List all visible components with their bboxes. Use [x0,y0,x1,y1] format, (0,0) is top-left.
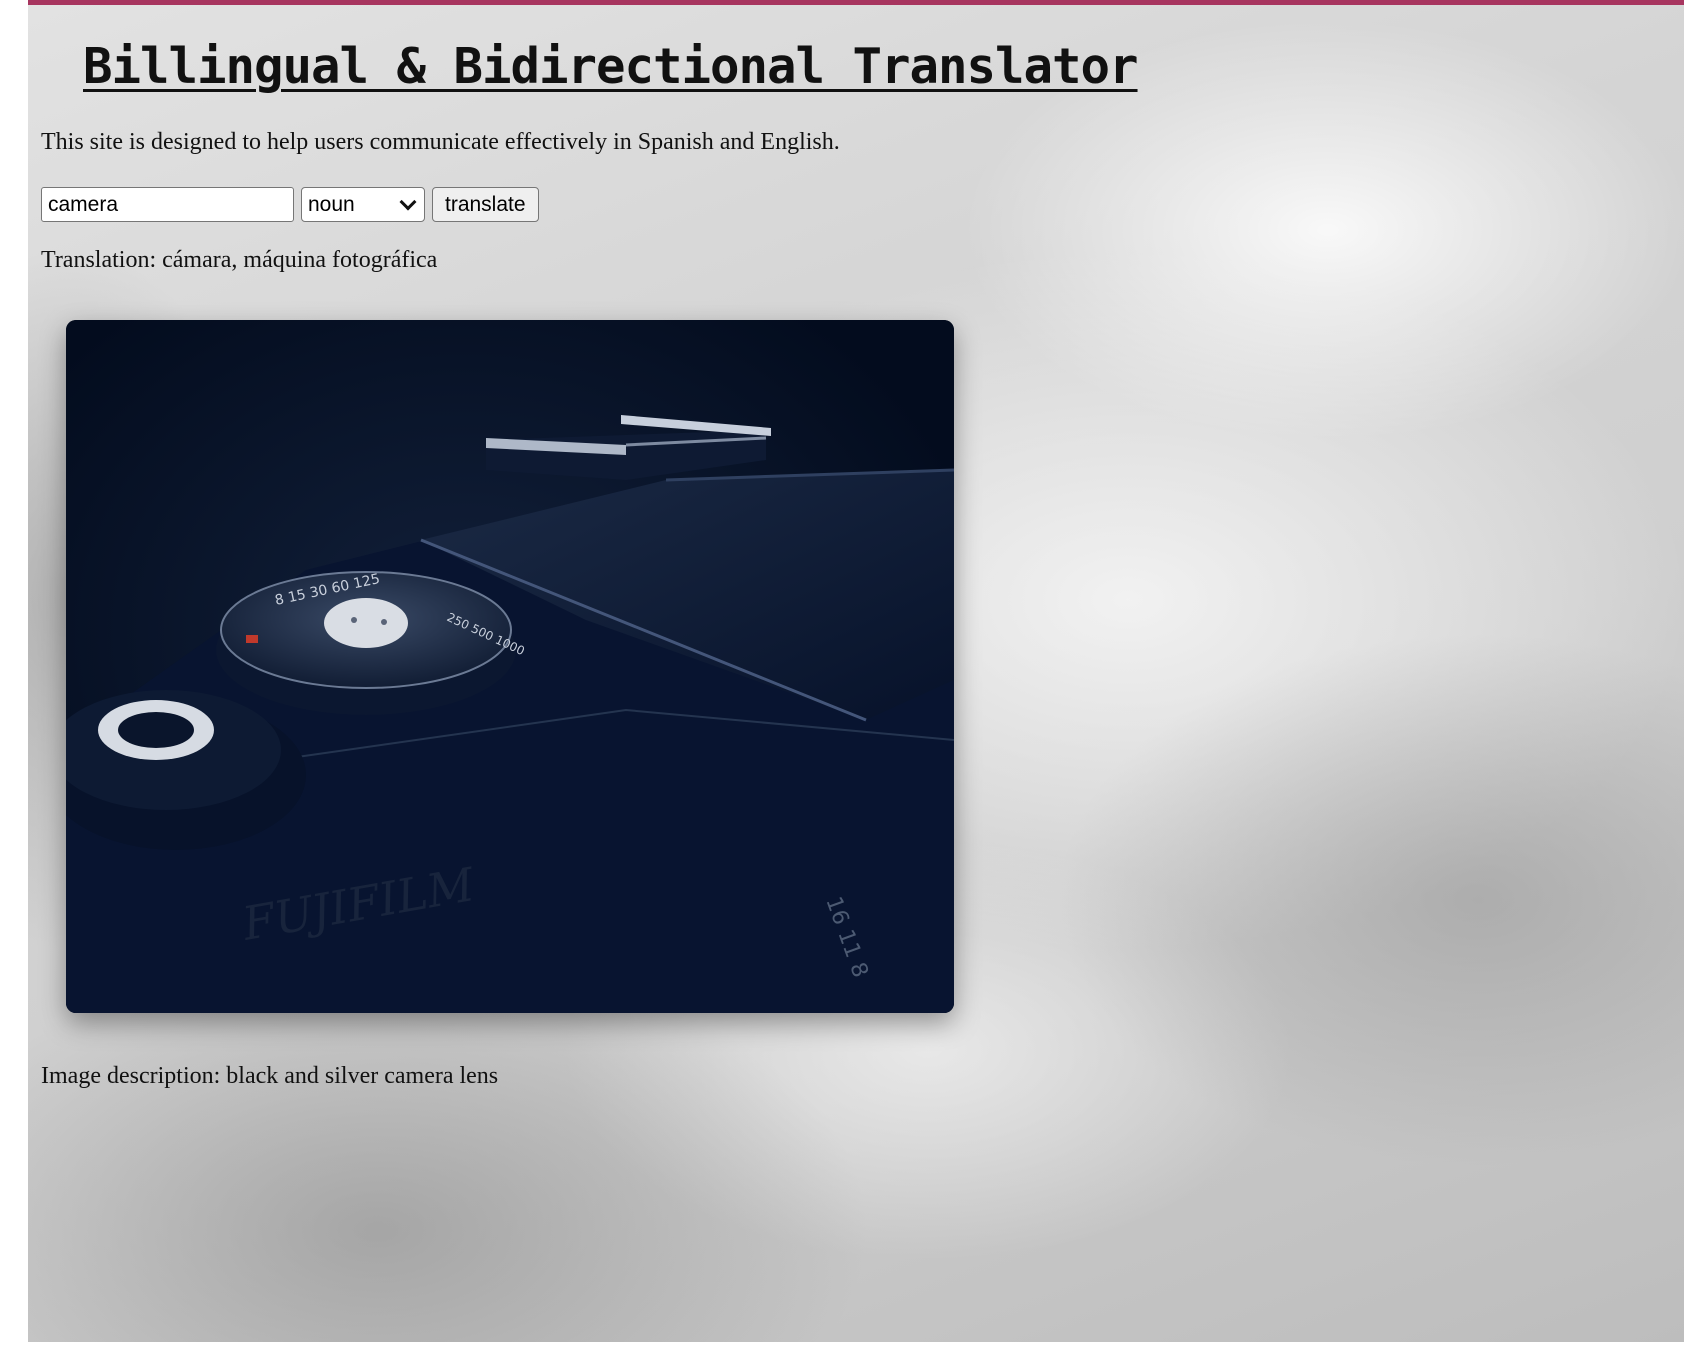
translation-result: Translation: cámara, máquina fotográfica [41,247,438,273]
translate-button[interactable]: translate [432,187,539,222]
part-of-speech-select[interactable]: noun [301,187,425,222]
word-input[interactable] [41,187,294,222]
image-description: Image description: black and silver came… [41,1063,499,1089]
accent-top-bar [28,0,1684,5]
intro-text: This site is designed to help users comm… [41,129,840,155]
chevron-down-icon [399,193,417,211]
camera-photo: 8 15 30 60 125 250 500 1000 16 11 8 FUJI… [66,320,954,1013]
page-background: Billingual & Bidirectional Translator Th… [28,0,1684,1342]
translate-form: noun translate [41,187,539,222]
part-of-speech-selected: noun [308,192,355,216]
page-title: Billingual & Bidirectional Translator [83,38,1139,95]
